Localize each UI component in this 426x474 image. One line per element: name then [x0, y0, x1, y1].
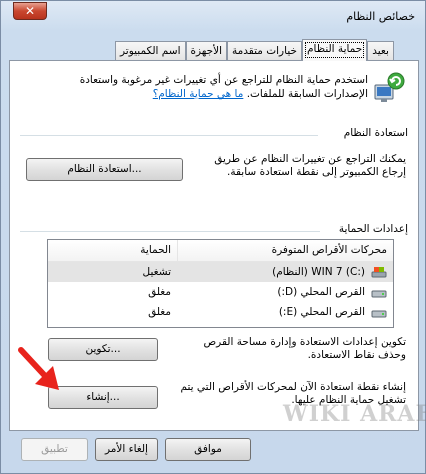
protection-status: مغلق [148, 306, 171, 318]
title-bar[interactable]: خصائص النظام ✕ [1, 1, 425, 31]
system-drive-icon [371, 267, 387, 278]
system-restore-button[interactable]: استعادة النظام... [26, 158, 183, 181]
tab-strip: اسم الكمبيوتر الأجهزة خيارات متقدمة حماي… [115, 39, 419, 61]
protection-status: تشغيل [142, 266, 171, 278]
apply-button[interactable]: تطبيق [21, 438, 88, 461]
table-row[interactable]: القرص المحلي (D:) مغلق [48, 282, 393, 302]
table-header: محركات الأقراص المتوفرة الحماية [48, 240, 393, 262]
restore-description: يمكنك التراجع عن تغييرات النظام عن طريق … [214, 153, 406, 178]
divider [20, 135, 318, 136]
close-button[interactable]: ✕ [13, 2, 47, 20]
window-title: خصائص النظام [346, 10, 415, 23]
table-row[interactable]: WIN 7 (C:) (النظام) تشغيل [48, 262, 393, 282]
ok-button[interactable]: موافق [165, 438, 251, 461]
column-header-drives[interactable]: محركات الأقراص المتوفرة [177, 240, 393, 261]
drive-name: القرص المحلي (E:) [278, 306, 365, 318]
what-is-system-protection-link[interactable]: ما هي حماية النظام؟ [153, 88, 244, 100]
local-disk-icon [371, 310, 387, 318]
drive-name: WIN 7 (C:) (النظام) [272, 266, 365, 278]
protection-settings-heading: إعدادات الحماية [338, 223, 408, 235]
drive-cell: القرص المحلي (D:) [177, 282, 393, 302]
tab-hardware[interactable]: الأجهزة [185, 41, 228, 61]
intro-description: استخدم حماية النظام للتراجع عن أي تغييرا… [68, 73, 368, 101]
protection-status: مغلق [148, 286, 171, 298]
restore-section-heading: استعادة النظام [343, 127, 408, 139]
tab-system-protection[interactable]: حماية النظام [302, 39, 368, 61]
configure-button[interactable]: تكوين... [48, 338, 158, 361]
tab-panel: استخدم حماية النظام للتراجع عن أي تغييرا… [9, 60, 419, 431]
configure-description: تكوين إعدادات الاستعادة وإدارة مساحة الق… [203, 336, 406, 361]
divider [20, 231, 320, 232]
drive-cell: WIN 7 (C:) (النظام) [177, 262, 393, 282]
tab-remote[interactable]: بعيد [367, 41, 394, 61]
local-disk-icon [371, 290, 387, 298]
drive-name: القرص المحلي (D:) [277, 286, 365, 298]
table-row[interactable]: القرص المحلي (E:) مغلق [48, 302, 393, 322]
watermark-logo: WIKI ARABIA [283, 401, 426, 427]
system-protection-icon [374, 72, 405, 102]
drives-table: محركات الأقراص المتوفرة الحماية WIN 7 (C… [47, 239, 394, 328]
cancel-button[interactable]: إلغاء الأمر [95, 438, 158, 461]
tab-computer-name[interactable]: اسم الكمبيوتر [115, 41, 186, 61]
create-button[interactable]: إنشاء... [48, 386, 158, 409]
red-arrow-annotation [18, 347, 59, 390]
tab-advanced[interactable]: خيارات متقدمة [227, 41, 302, 61]
column-header-protection[interactable]: الحماية [48, 240, 177, 261]
system-properties-window: خصائص النظام ✕ اسم الكمبيوتر الأجهزة خيا… [0, 0, 426, 474]
drive-cell: القرص المحلي (E:) [177, 302, 393, 322]
